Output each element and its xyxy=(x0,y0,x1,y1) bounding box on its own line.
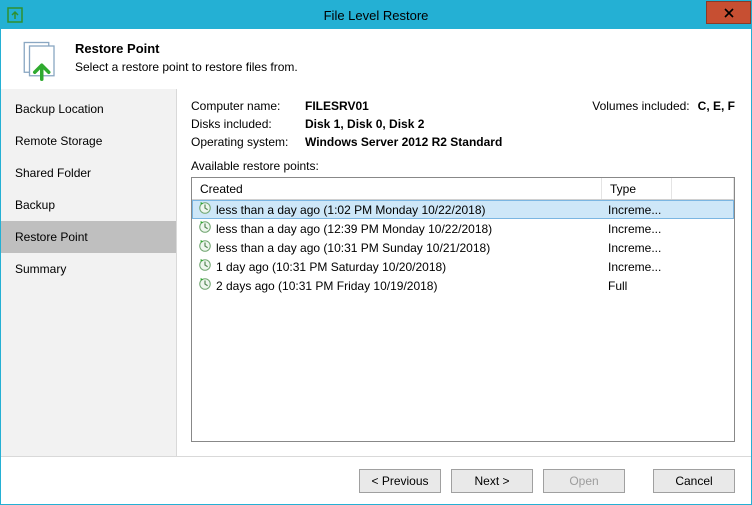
titlebar: File Level Restore xyxy=(1,1,751,29)
restore-points-table: Created Type less than a day ago (1:02 P… xyxy=(191,177,735,442)
table-row[interactable]: less than a day ago (10:31 PM Sunday 10/… xyxy=(192,238,734,257)
wizard-header: Restore Point Select a restore point to … xyxy=(1,29,751,89)
open-button[interactable]: Open xyxy=(543,469,625,493)
restore-point-icon xyxy=(198,258,212,275)
restore-point-icon xyxy=(19,39,61,81)
column-header-created[interactable]: Created xyxy=(192,178,602,199)
sidebar-item-shared-folder[interactable]: Shared Folder xyxy=(1,157,176,189)
main-panel: Computer name: FILESRV01 Volumes include… xyxy=(177,89,751,456)
sidebar-item-backup-location[interactable]: Backup Location xyxy=(1,93,176,125)
cell-type: Increme... xyxy=(602,241,672,255)
computer-name-value: FILESRV01 xyxy=(305,99,590,113)
cell-created: 2 days ago (10:31 PM Friday 10/19/2018) xyxy=(192,277,602,294)
table-body: less than a day ago (1:02 PM Monday 10/2… xyxy=(192,200,734,441)
sidebar-item-summary[interactable]: Summary xyxy=(1,253,176,285)
column-header-label: Created xyxy=(200,182,243,196)
wizard-header-text: Restore Point Select a restore point to … xyxy=(75,39,298,74)
sidebar-item-label: Backup xyxy=(15,198,55,212)
cell-created-text: less than a day ago (12:39 PM Monday 10/… xyxy=(216,222,492,236)
disks-included-label: Disks included: xyxy=(191,117,303,131)
close-button[interactable] xyxy=(706,1,751,24)
cell-type: Full xyxy=(602,279,672,293)
sidebar-item-remote-storage[interactable]: Remote Storage xyxy=(1,125,176,157)
cell-type: Increme... xyxy=(602,222,672,236)
table-row[interactable]: less than a day ago (1:02 PM Monday 10/2… xyxy=(192,200,734,219)
cell-created-text: 1 day ago (10:31 PM Saturday 10/20/2018) xyxy=(216,260,446,274)
wizard-footer: < Previous Next > Open Cancel xyxy=(1,456,751,504)
cell-created-text: less than a day ago (10:31 PM Sunday 10/… xyxy=(216,241,490,255)
wizard-sidebar: Backup Location Remote Storage Shared Fo… xyxy=(1,89,177,456)
column-header-spare xyxy=(672,178,734,199)
info-rows: Computer name: FILESRV01 Volumes include… xyxy=(191,99,735,149)
sidebar-item-label: Backup Location xyxy=(15,102,104,116)
operating-system-label: Operating system: xyxy=(191,135,303,149)
sidebar-item-label: Remote Storage xyxy=(15,134,102,148)
column-header-type[interactable]: Type xyxy=(602,178,672,199)
table-row[interactable]: less than a day ago (12:39 PM Monday 10/… xyxy=(192,219,734,238)
volumes-included-label: Volumes included: xyxy=(592,99,695,113)
cell-created: less than a day ago (1:02 PM Monday 10/2… xyxy=(192,201,602,218)
restore-point-icon xyxy=(198,220,212,237)
restore-point-icon xyxy=(198,239,212,256)
cell-created: less than a day ago (10:31 PM Sunday 10/… xyxy=(192,239,602,256)
cell-created: less than a day ago (12:39 PM Monday 10/… xyxy=(192,220,602,237)
table-header: Created Type xyxy=(192,178,734,200)
operating-system-value: Windows Server 2012 R2 Standard xyxy=(305,135,735,149)
cell-created-text: 2 days ago (10:31 PM Friday 10/19/2018) xyxy=(216,279,437,293)
restore-point-icon xyxy=(198,277,212,294)
cell-created: 1 day ago (10:31 PM Saturday 10/20/2018) xyxy=(192,258,602,275)
sidebar-item-label: Restore Point xyxy=(15,230,88,244)
computer-name-label: Computer name: xyxy=(191,99,303,113)
sidebar-item-backup[interactable]: Backup xyxy=(1,189,176,221)
disks-included-value: Disk 1, Disk 0, Disk 2 xyxy=(305,117,735,131)
body: Backup Location Remote Storage Shared Fo… xyxy=(1,89,751,456)
restore-point-icon xyxy=(198,201,212,218)
cell-type: Increme... xyxy=(602,260,672,274)
window-title: File Level Restore xyxy=(1,8,751,23)
sidebar-item-label: Shared Folder xyxy=(15,166,91,180)
page-heading: Restore Point xyxy=(75,39,298,56)
cell-type: Increme... xyxy=(602,203,672,217)
sidebar-item-restore-point[interactable]: Restore Point xyxy=(1,221,176,253)
cancel-button[interactable]: Cancel xyxy=(653,469,735,493)
window: File Level Restore Restore Point Select … xyxy=(0,0,752,505)
volumes-included-value: C, E, F xyxy=(698,99,735,113)
sidebar-item-label: Summary xyxy=(15,262,66,276)
table-row[interactable]: 1 day ago (10:31 PM Saturday 10/20/2018)… xyxy=(192,257,734,276)
column-header-label: Type xyxy=(610,182,636,196)
cell-created-text: less than a day ago (1:02 PM Monday 10/2… xyxy=(216,203,486,217)
table-row[interactable]: 2 days ago (10:31 PM Friday 10/19/2018) F… xyxy=(192,276,734,295)
available-restore-points-label: Available restore points: xyxy=(191,159,735,173)
app-icon xyxy=(5,5,25,25)
previous-button[interactable]: < Previous xyxy=(359,469,441,493)
page-subheading: Select a restore point to restore files … xyxy=(75,56,298,74)
next-button[interactable]: Next > xyxy=(451,469,533,493)
